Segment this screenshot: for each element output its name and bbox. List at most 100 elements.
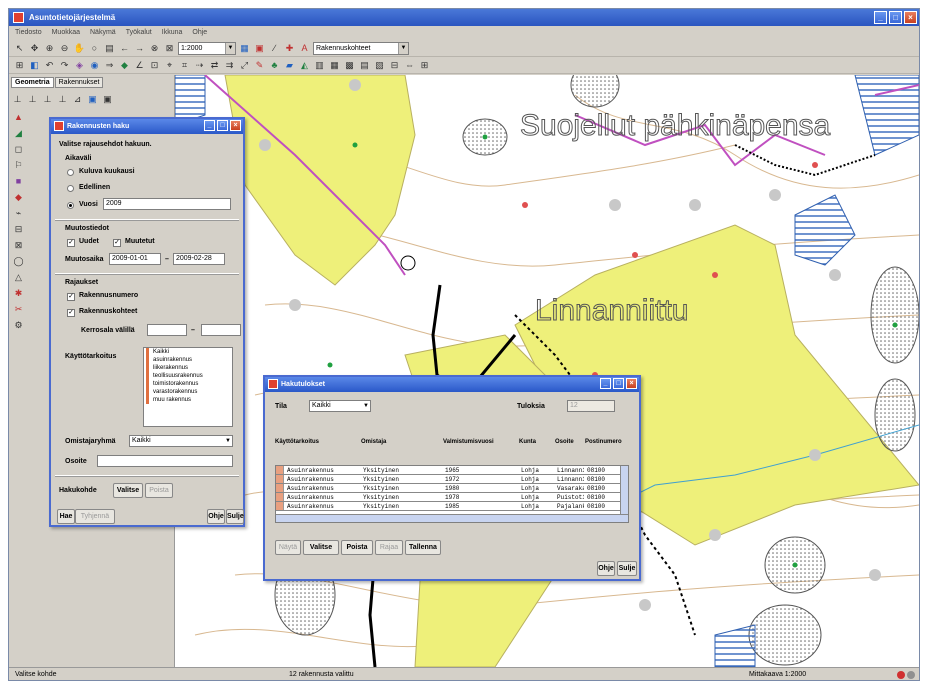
tool-icon[interactable]: △	[12, 271, 25, 283]
menu-item[interactable]: Ohje	[192, 26, 207, 40]
tool-icon[interactable]: ⊥	[11, 93, 24, 105]
tool-icon[interactable]: ◉	[88, 59, 101, 71]
tool-icon[interactable]: ▣	[86, 93, 99, 105]
tyhjenna-button[interactable]: Tyhjennä	[75, 509, 115, 524]
tool-icon[interactable]: ⊥	[41, 93, 54, 105]
tool-icon[interactable]: ✂	[12, 303, 25, 315]
tool-icon[interactable]: ■	[12, 175, 25, 187]
checkbox-rakennuskohteet[interactable]: ✓	[67, 309, 75, 317]
row-header[interactable]	[276, 502, 284, 510]
tool-icon[interactable]: ✱	[12, 287, 25, 299]
list-item[interactable]: liikerakennus	[146, 364, 232, 372]
column-header[interactable]: Osoite	[555, 439, 574, 445]
row-header[interactable]	[276, 484, 284, 492]
kerrosala-from-field[interactable]	[147, 324, 187, 336]
list-item[interactable]: teollisuusrakennus	[146, 372, 232, 380]
radio-edellinen[interactable]	[67, 185, 74, 192]
pan-icon[interactable]: ✥	[28, 42, 41, 54]
date-from-field[interactable]: 2009-01-01	[109, 253, 161, 265]
tila-combo[interactable]: Kaikki ▼	[309, 400, 371, 412]
tool-icon[interactable]: ⊿	[71, 93, 84, 105]
radio-vuosi[interactable]	[67, 202, 74, 209]
tool-icon[interactable]: ⇢	[193, 59, 206, 71]
close-button[interactable]: ×	[904, 11, 917, 24]
list-item[interactable]: muu rakennus	[146, 396, 232, 404]
tool-icon[interactable]: ◧	[28, 59, 41, 71]
maximize-button[interactable]: □	[217, 120, 228, 131]
zoom-extent-icon[interactable]: ⊗	[148, 42, 161, 54]
tool-icon[interactable]: ⌗	[178, 59, 191, 71]
tool-icon[interactable]: ◈	[73, 59, 86, 71]
column-header[interactable]: Postinumero	[585, 439, 622, 445]
redo-icon[interactable]: ↷	[58, 59, 71, 71]
minimize-button[interactable]: _	[204, 120, 215, 131]
omistajaryhma-combo[interactable]: Kaikki ▼	[129, 435, 233, 447]
tool-icon[interactable]: ⊥	[56, 93, 69, 105]
results-grid[interactable]: Asuinrakennus Yksityinen 1965 Lohja Linnanni…	[275, 465, 629, 523]
row-header[interactable]	[276, 466, 284, 474]
horizontal-scrollbar[interactable]	[276, 514, 628, 522]
rajaa-button[interactable]: Rajaa	[375, 540, 403, 555]
column-header[interactable]: Valmistumisvuosi	[443, 439, 494, 445]
close-button[interactable]: ×	[626, 378, 637, 389]
menu-item[interactable]: Näkymä	[90, 26, 116, 40]
grid-icon[interactable]: ▤	[358, 59, 371, 71]
table-row[interactable]: Asuinrakennus Yksityinen 1972 Lohja Linnanni…	[276, 475, 628, 484]
valitse-button[interactable]: Valitse	[303, 540, 339, 555]
menu-item[interactable]: Tiedosto	[15, 26, 42, 40]
tallenna-button[interactable]: Tallenna	[405, 540, 441, 555]
tool-icon[interactable]: ⊞	[13, 59, 26, 71]
sulje-button[interactable]: Sulje	[617, 561, 637, 576]
date-to-field[interactable]: 2009-02-28	[173, 253, 225, 265]
sulje-button[interactable]: Sulje	[226, 509, 244, 524]
page-icon[interactable]: ▤	[103, 42, 116, 54]
ohje-button[interactable]: Ohje	[207, 509, 225, 524]
tool-icon[interactable]: ⇔	[403, 59, 416, 71]
grid-icon[interactable]: ⊟	[388, 59, 401, 71]
nayta-button[interactable]: Näytä	[275, 540, 301, 555]
minimize-button[interactable]: _	[874, 11, 887, 24]
grid-icon[interactable]: ▦	[328, 59, 341, 71]
circle-icon[interactable]: ○	[88, 42, 101, 54]
close-button[interactable]: ×	[230, 120, 241, 131]
tool-icon[interactable]: ⚐	[12, 159, 25, 171]
scale-combo[interactable]: 1:2000 ▼	[178, 41, 236, 55]
tool-icon[interactable]: ▰	[283, 59, 296, 71]
list-item[interactable]: asuinrakennus	[146, 356, 232, 364]
grid-icon[interactable]: ▧	[373, 59, 386, 71]
list-item[interactable]: varastorakennus	[146, 388, 232, 396]
tool-icon[interactable]: ◆	[12, 191, 25, 203]
tool-icon[interactable]: ∠	[133, 59, 146, 71]
tool-icon[interactable]: ⚙	[12, 319, 25, 331]
tool-icon[interactable]: ◭	[298, 59, 311, 71]
tool-icon[interactable]: ⊠	[12, 239, 25, 251]
tool-icon[interactable]: ⊥	[26, 93, 39, 105]
tool-icon[interactable]: ⇄	[208, 59, 221, 71]
tool-icon[interactable]: ⤢	[238, 59, 251, 71]
tool-icon[interactable]: ◢	[12, 127, 25, 139]
list-item[interactable]: Kaikki	[146, 348, 232, 356]
select-icon[interactable]: ▣	[253, 42, 266, 54]
zoom-in-icon[interactable]: ⊕	[43, 42, 56, 54]
tool-icon[interactable]: ♣	[268, 59, 281, 71]
layer-icon[interactable]: ▦	[238, 42, 251, 54]
ohje-button[interactable]: Ohje	[597, 561, 615, 576]
maximize-button[interactable]: □	[613, 378, 624, 389]
forward-icon[interactable]: →	[133, 42, 146, 54]
zoom-out-icon[interactable]: ⊖	[58, 42, 71, 54]
tool-icon[interactable]: ✎	[253, 59, 266, 71]
radio-kuluva[interactable]	[67, 169, 74, 176]
list-item[interactable]: toimistorakennus	[146, 380, 232, 388]
tool-icon[interactable]: ▥	[313, 59, 326, 71]
hae-button[interactable]: Hae	[57, 509, 75, 524]
menu-item[interactable]: Ikkuna	[162, 26, 183, 40]
checkbox-uudet[interactable]: ✓	[67, 239, 75, 247]
tool-icon[interactable]: ▲	[12, 111, 25, 123]
kayttotarkoitus-list[interactable]: Kaikki asuinrakennus liikerakennus teoll…	[143, 347, 233, 427]
year-field[interactable]: 2009	[103, 198, 231, 210]
checkbox-rakennusnumero[interactable]: ✓	[67, 293, 75, 301]
table-row[interactable]: Asuinrakennus Yksityinen 1980 Lohja Vasaraka…	[276, 484, 628, 493]
column-header[interactable]: Käyttötarkoitus	[275, 439, 319, 445]
kerrosala-to-field[interactable]	[201, 324, 241, 336]
tool-icon[interactable]: ⊞	[418, 59, 431, 71]
